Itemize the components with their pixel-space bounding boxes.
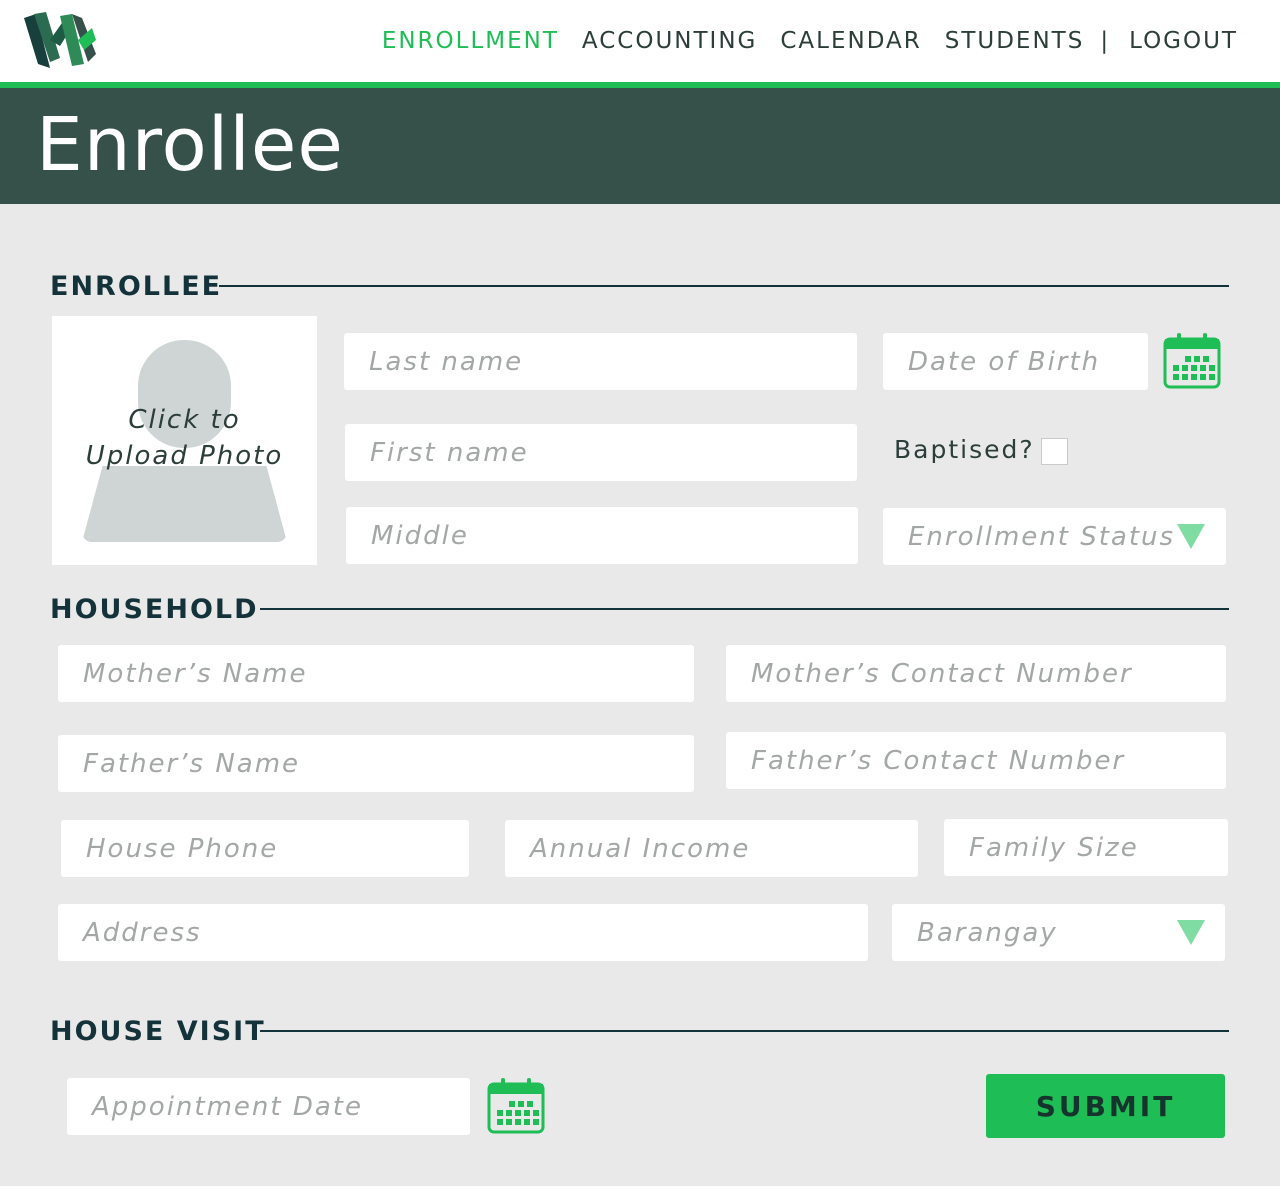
nav-students[interactable]: STUDENTS <box>945 28 1085 54</box>
section-title-household: HOUSEHOLD <box>50 594 259 625</box>
upload-photo-label: Click to Upload Photo <box>52 402 317 474</box>
middle-name-input[interactable]: Middle <box>346 507 858 564</box>
calendar-icon[interactable] <box>487 1076 545 1134</box>
chevron-down-icon[interactable] <box>1177 524 1205 549</box>
upload-photo-label-line1: Click to <box>128 405 241 435</box>
calendar-icon[interactable] <box>1163 331 1221 389</box>
nav-logout[interactable]: LOGOUT <box>1129 28 1238 54</box>
nav-enrollment[interactable]: ENROLLMENT <box>382 28 559 54</box>
enrollment-status-value: Enrollment Status <box>908 521 1176 552</box>
enrollment-status-select[interactable]: Enrollment Status <box>883 508 1226 565</box>
fathers-contact-input[interactable]: Father’s Contact Number <box>726 732 1226 789</box>
baptised-checkbox[interactable] <box>1041 438 1068 465</box>
section-title-house-visit: HOUSE VISIT <box>50 1016 266 1047</box>
top-navbar: ENROLLMENT ACCOUNTING CALENDAR STUDENTS … <box>0 0 1280 82</box>
nav-calendar[interactable]: CALENDAR <box>780 28 921 54</box>
upload-photo-button[interactable]: Click to Upload Photo <box>52 316 317 565</box>
fathers-name-input[interactable]: Father’s Name <box>58 735 694 792</box>
date-of-birth-input[interactable]: Date of Birth <box>883 333 1148 390</box>
upload-photo-label-line2: Upload Photo <box>85 441 284 471</box>
section-divider-household <box>260 608 1229 610</box>
family-size-input[interactable]: Family Size <box>944 819 1228 876</box>
section-title-enrollee: ENROLLEE <box>50 271 223 302</box>
section-divider-house-visit <box>260 1030 1229 1032</box>
house-phone-input[interactable]: House Phone <box>61 820 469 877</box>
chevron-down-icon[interactable] <box>1177 920 1205 945</box>
submit-button[interactable]: SUBMIT <box>986 1074 1225 1138</box>
mothers-name-input[interactable]: Mother’s Name <box>58 645 694 702</box>
first-name-input[interactable]: First name <box>345 424 857 481</box>
barangay-select[interactable]: Barangay <box>892 904 1225 961</box>
mothers-contact-input[interactable]: Mother’s Contact Number <box>726 645 1226 702</box>
page-banner: Enrollee <box>0 88 1280 204</box>
main-nav: ENROLLMENT ACCOUNTING CALENDAR STUDENTS … <box>359 28 1238 54</box>
avatar-body-icon <box>82 466 287 542</box>
section-divider-enrollee <box>219 285 1229 287</box>
nav-accounting[interactable]: ACCOUNTING <box>582 28 757 54</box>
last-name-input[interactable]: Last name <box>344 333 857 390</box>
annual-income-input[interactable]: Annual Income <box>505 820 918 877</box>
appointment-date-input[interactable]: Appointment Date <box>67 1078 470 1135</box>
nav-separator: | <box>1100 28 1111 54</box>
page-title: Enrollee <box>36 102 344 188</box>
barangay-value: Barangay <box>917 917 1058 948</box>
address-input[interactable]: Address <box>58 904 868 961</box>
school-logo-icon[interactable] <box>20 10 100 70</box>
baptised-label: Baptised? <box>894 435 1035 464</box>
